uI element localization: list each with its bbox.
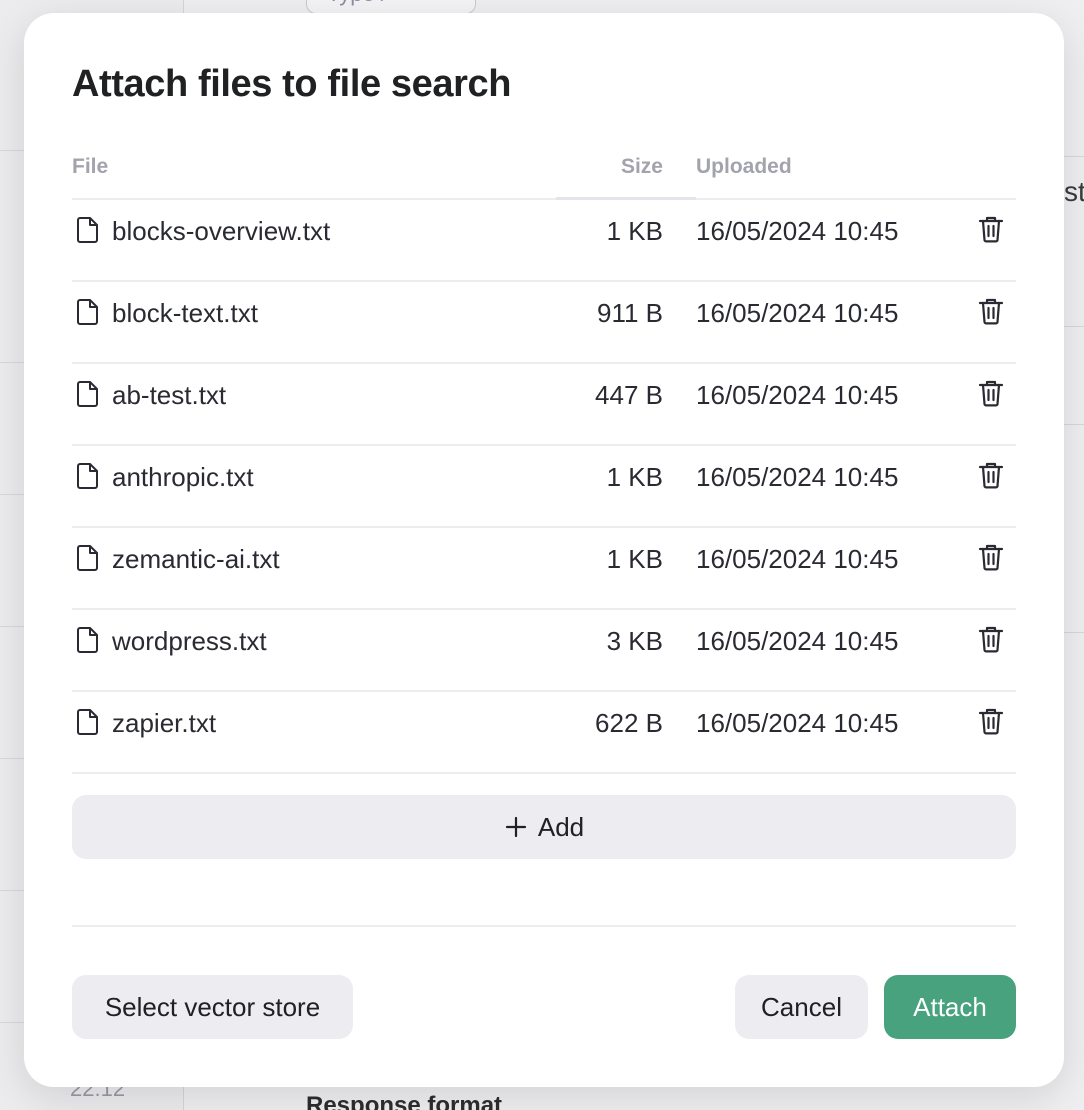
column-header-file[interactable]: File (72, 155, 108, 179)
cancel-button[interactable]: Cancel (735, 975, 868, 1039)
file-size: 1 KB (606, 462, 663, 492)
file-size: 1 KB (606, 544, 663, 574)
file-size: 1 KB (606, 216, 663, 246)
file-name: wordpress.txt (112, 626, 267, 656)
file-uploaded-date: 16/05/2024 10:45 (696, 216, 899, 246)
file-uploaded-date: 16/05/2024 10:45 (696, 380, 899, 410)
background-divider (1062, 326, 1084, 327)
trash-icon[interactable] (976, 296, 1006, 326)
file-icon (76, 708, 100, 736)
background-response-format-label: Response format (306, 1092, 503, 1110)
background-divider (1062, 156, 1084, 157)
file-icon (76, 626, 100, 654)
trash-icon[interactable] (976, 542, 1006, 572)
file-size: 622 B (595, 708, 663, 738)
file-row: blocks-overview.txt 1 KB 16/05/2024 10:4… (72, 200, 1016, 282)
attach-button[interactable]: Attach (884, 975, 1016, 1039)
background-edge-text: st (1064, 176, 1084, 207)
trash-icon[interactable] (976, 214, 1006, 244)
file-name: block-text.txt (112, 298, 258, 328)
column-header-uploaded[interactable]: Uploaded (696, 155, 792, 179)
add-file-button-label: Add (537, 811, 585, 842)
trash-icon[interactable] (976, 624, 1006, 654)
file-row: ab-test.txt 447 B 16/05/2024 10:45 (72, 364, 1016, 446)
file-icon (76, 380, 100, 408)
footer-divider (72, 925, 1016, 927)
file-table: File Size Uploaded blocks-overview.txt 1… (72, 151, 1016, 774)
file-row: zapier.txt 622 B 16/05/2024 10:45 (72, 692, 1016, 774)
file-icon (76, 544, 100, 572)
dialog-title: Attach files to file search (72, 63, 512, 105)
trash-icon[interactable] (976, 706, 1006, 736)
file-size: 447 B (595, 380, 663, 410)
file-size: 911 B (596, 298, 663, 328)
file-name: zapier.txt (112, 708, 217, 738)
select-vector-store-button[interactable]: Select vector store (72, 975, 353, 1039)
file-name: zemantic-ai.txt (112, 544, 280, 574)
file-icon (76, 216, 100, 244)
file-uploaded-date: 16/05/2024 10:45 (696, 708, 899, 738)
file-uploaded-date: 16/05/2024 10:45 (696, 626, 899, 656)
add-file-button[interactable]: Add (72, 795, 1016, 859)
trash-icon[interactable] (976, 460, 1006, 490)
file-uploaded-date: 16/05/2024 10:45 (696, 298, 899, 328)
file-name: anthropic.txt (112, 462, 254, 492)
file-row: zemantic-ai.txt 1 KB 16/05/2024 10:45 (72, 528, 1016, 610)
file-row: anthropic.txt 1 KB 16/05/2024 10:45 (72, 446, 1016, 528)
file-row: block-text.txt 911 B 16/05/2024 10:45 (72, 282, 1016, 364)
trash-icon[interactable] (976, 378, 1006, 408)
file-rows: blocks-overview.txt 1 KB 16/05/2024 10:4… (72, 200, 1016, 774)
attach-files-dialog: Attach files to file search File Size Up… (24, 13, 1064, 1087)
column-header-size[interactable]: Size (621, 155, 663, 179)
file-name: blocks-overview.txt (112, 216, 331, 246)
file-icon (76, 462, 100, 490)
file-row: wordpress.txt 3 KB 16/05/2024 10:45 (72, 610, 1016, 692)
file-name: ab-test.txt (112, 380, 227, 410)
plus-icon (504, 815, 528, 839)
file-uploaded-date: 16/05/2024 10:45 (696, 462, 899, 492)
background-divider (1062, 424, 1084, 425)
file-size: 3 KB (606, 626, 663, 656)
file-icon (76, 298, 100, 326)
table-header: File Size Uploaded (72, 151, 1016, 200)
file-uploaded-date: 16/05/2024 10:45 (696, 544, 899, 574)
background-divider (1062, 632, 1084, 633)
background-message-input: Type / (306, 0, 476, 14)
